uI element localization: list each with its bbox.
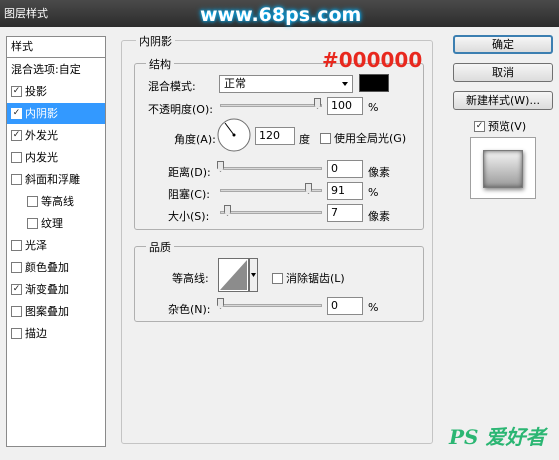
- style-item[interactable]: ✓ 投影: [7, 81, 105, 102]
- preview-box[interactable]: ✓: [474, 120, 485, 132]
- style-item-label: 投影: [25, 85, 47, 98]
- distance-unit: 像素: [368, 166, 390, 179]
- ps-logo: PS 爱好者: [449, 421, 545, 450]
- style-item[interactable]: 等高线: [7, 191, 105, 212]
- style-item-checkbox[interactable]: ✓: [11, 107, 22, 119]
- watermark-text: www.68ps.com: [200, 4, 362, 26]
- style-item[interactable]: 光泽: [7, 235, 105, 256]
- style-item-label: 光泽: [25, 239, 47, 252]
- styles-list-header: 样式: [7, 37, 105, 58]
- style-item[interactable]: 颜色叠加: [7, 257, 105, 278]
- angle-dial-icon: [217, 118, 251, 152]
- size-unit: 像素: [368, 210, 390, 223]
- style-item-checkbox[interactable]: ✓: [11, 85, 22, 97]
- style-item-label: 外发光: [25, 129, 58, 142]
- preview-label: 预览(V): [488, 120, 527, 133]
- style-item-label: 图案叠加: [25, 305, 69, 318]
- quality-title: 品质: [146, 239, 174, 255]
- choke-unit: %: [368, 186, 379, 199]
- style-item[interactable]: ✓ 渐变叠加: [7, 279, 105, 300]
- opacity-label: 不透明度(O):: [148, 103, 213, 116]
- preview-checkbox[interactable]: ✓ 预览(V): [474, 118, 526, 134]
- contour-picker[interactable]: [218, 258, 258, 292]
- angle-dial[interactable]: [217, 118, 251, 152]
- distance-slider[interactable]: [220, 167, 322, 170]
- style-item[interactable]: ✓ 内阴影: [7, 103, 105, 124]
- global-light-checkbox[interactable]: 使用全局光(G): [320, 130, 406, 146]
- noise-slider[interactable]: [220, 304, 322, 307]
- blend-mode-select[interactable]: 正常: [219, 75, 353, 93]
- style-preview-swatch: [483, 150, 523, 188]
- style-item[interactable]: 图案叠加: [7, 301, 105, 322]
- style-item-checkbox[interactable]: [11, 173, 22, 185]
- cancel-button[interactable]: 取消: [453, 63, 553, 82]
- blend-mode-value: 正常: [224, 77, 246, 90]
- anti-alias-label: 消除锯齿(L): [286, 272, 345, 285]
- noise-label: 杂色(N):: [168, 303, 211, 316]
- new-style-button[interactable]: 新建样式(W)...: [453, 91, 553, 110]
- style-item-label: 斜面和浮雕: [25, 173, 80, 186]
- style-item[interactable]: 描边: [7, 323, 105, 344]
- opacity-slider[interactable]: [220, 104, 322, 107]
- style-item-checkbox[interactable]: [11, 239, 22, 251]
- opacity-input[interactable]: 100: [327, 97, 363, 115]
- style-item-checkbox[interactable]: [11, 327, 22, 339]
- style-item-label: 内发光: [25, 151, 58, 164]
- style-item[interactable]: 混合选项:自定: [7, 59, 105, 80]
- style-item-checkbox[interactable]: ✓: [11, 283, 22, 295]
- style-item-label: 内阴影: [25, 107, 58, 120]
- ps-logo-text: PS 爱好者: [449, 425, 546, 449]
- inner-shadow-title: 内阴影: [136, 33, 175, 49]
- size-slider[interactable]: [220, 211, 322, 214]
- size-input[interactable]: 7: [327, 204, 363, 222]
- distance-label: 距离(D):: [168, 166, 211, 179]
- global-light-box[interactable]: [320, 132, 331, 144]
- noise-unit: %: [368, 301, 379, 314]
- angle-unit: 度: [299, 133, 310, 146]
- style-item-checkbox[interactable]: ✓: [11, 129, 22, 141]
- style-item-checkbox[interactable]: [27, 217, 38, 229]
- style-item[interactable]: 内发光: [7, 147, 105, 168]
- style-item-label: 描边: [25, 327, 47, 340]
- opacity-unit: %: [368, 101, 379, 114]
- anti-alias-checkbox[interactable]: 消除锯齿(L): [272, 270, 345, 286]
- blend-mode-label: 混合模式:: [148, 80, 196, 93]
- chevron-down-icon: [342, 82, 348, 86]
- style-item-checkbox[interactable]: [11, 305, 22, 317]
- contour-label: 等高线:: [172, 272, 209, 285]
- contour-preview-icon: [218, 258, 258, 292]
- angle-label: 角度(A):: [174, 133, 216, 146]
- style-item-checkbox[interactable]: [27, 195, 38, 207]
- ok-button[interactable]: 确定: [453, 35, 553, 54]
- style-item-checkbox[interactable]: [11, 261, 22, 273]
- styles-list: 样式 混合选项:自定 ✓ 投影 ✓ 内阴影 ✓ 外发光 内发光 斜面和浮雕 等高线 纹理 光泽 颜色叠加…: [6, 36, 106, 447]
- style-item[interactable]: 斜面和浮雕: [7, 169, 105, 190]
- choke-input[interactable]: 91: [327, 182, 363, 200]
- angle-input[interactable]: 120: [255, 127, 295, 145]
- structure-title: 结构: [146, 56, 174, 72]
- anti-alias-box[interactable]: [272, 272, 283, 284]
- style-item-label: 颜色叠加: [25, 261, 69, 274]
- choke-label: 阻塞(C):: [168, 188, 210, 201]
- window-title: 图层样式: [4, 7, 48, 20]
- style-preview-thumbnail: [470, 137, 536, 199]
- global-light-label: 使用全局光(G): [334, 132, 407, 145]
- style-item[interactable]: ✓ 外发光: [7, 125, 105, 146]
- style-item-label: 等高线: [41, 195, 74, 208]
- annotation-color-hex: #000000: [322, 48, 423, 72]
- style-item-checkbox[interactable]: [11, 151, 22, 163]
- distance-input[interactable]: 0: [327, 160, 363, 178]
- style-item[interactable]: 纹理: [7, 213, 105, 234]
- noise-input[interactable]: 0: [327, 297, 363, 315]
- style-item-label: 纹理: [41, 217, 63, 230]
- style-item-label: 渐变叠加: [25, 283, 69, 296]
- size-label: 大小(S):: [168, 210, 210, 223]
- style-item-label: 混合选项:自定: [11, 63, 81, 76]
- shadow-color-swatch[interactable]: [359, 74, 389, 92]
